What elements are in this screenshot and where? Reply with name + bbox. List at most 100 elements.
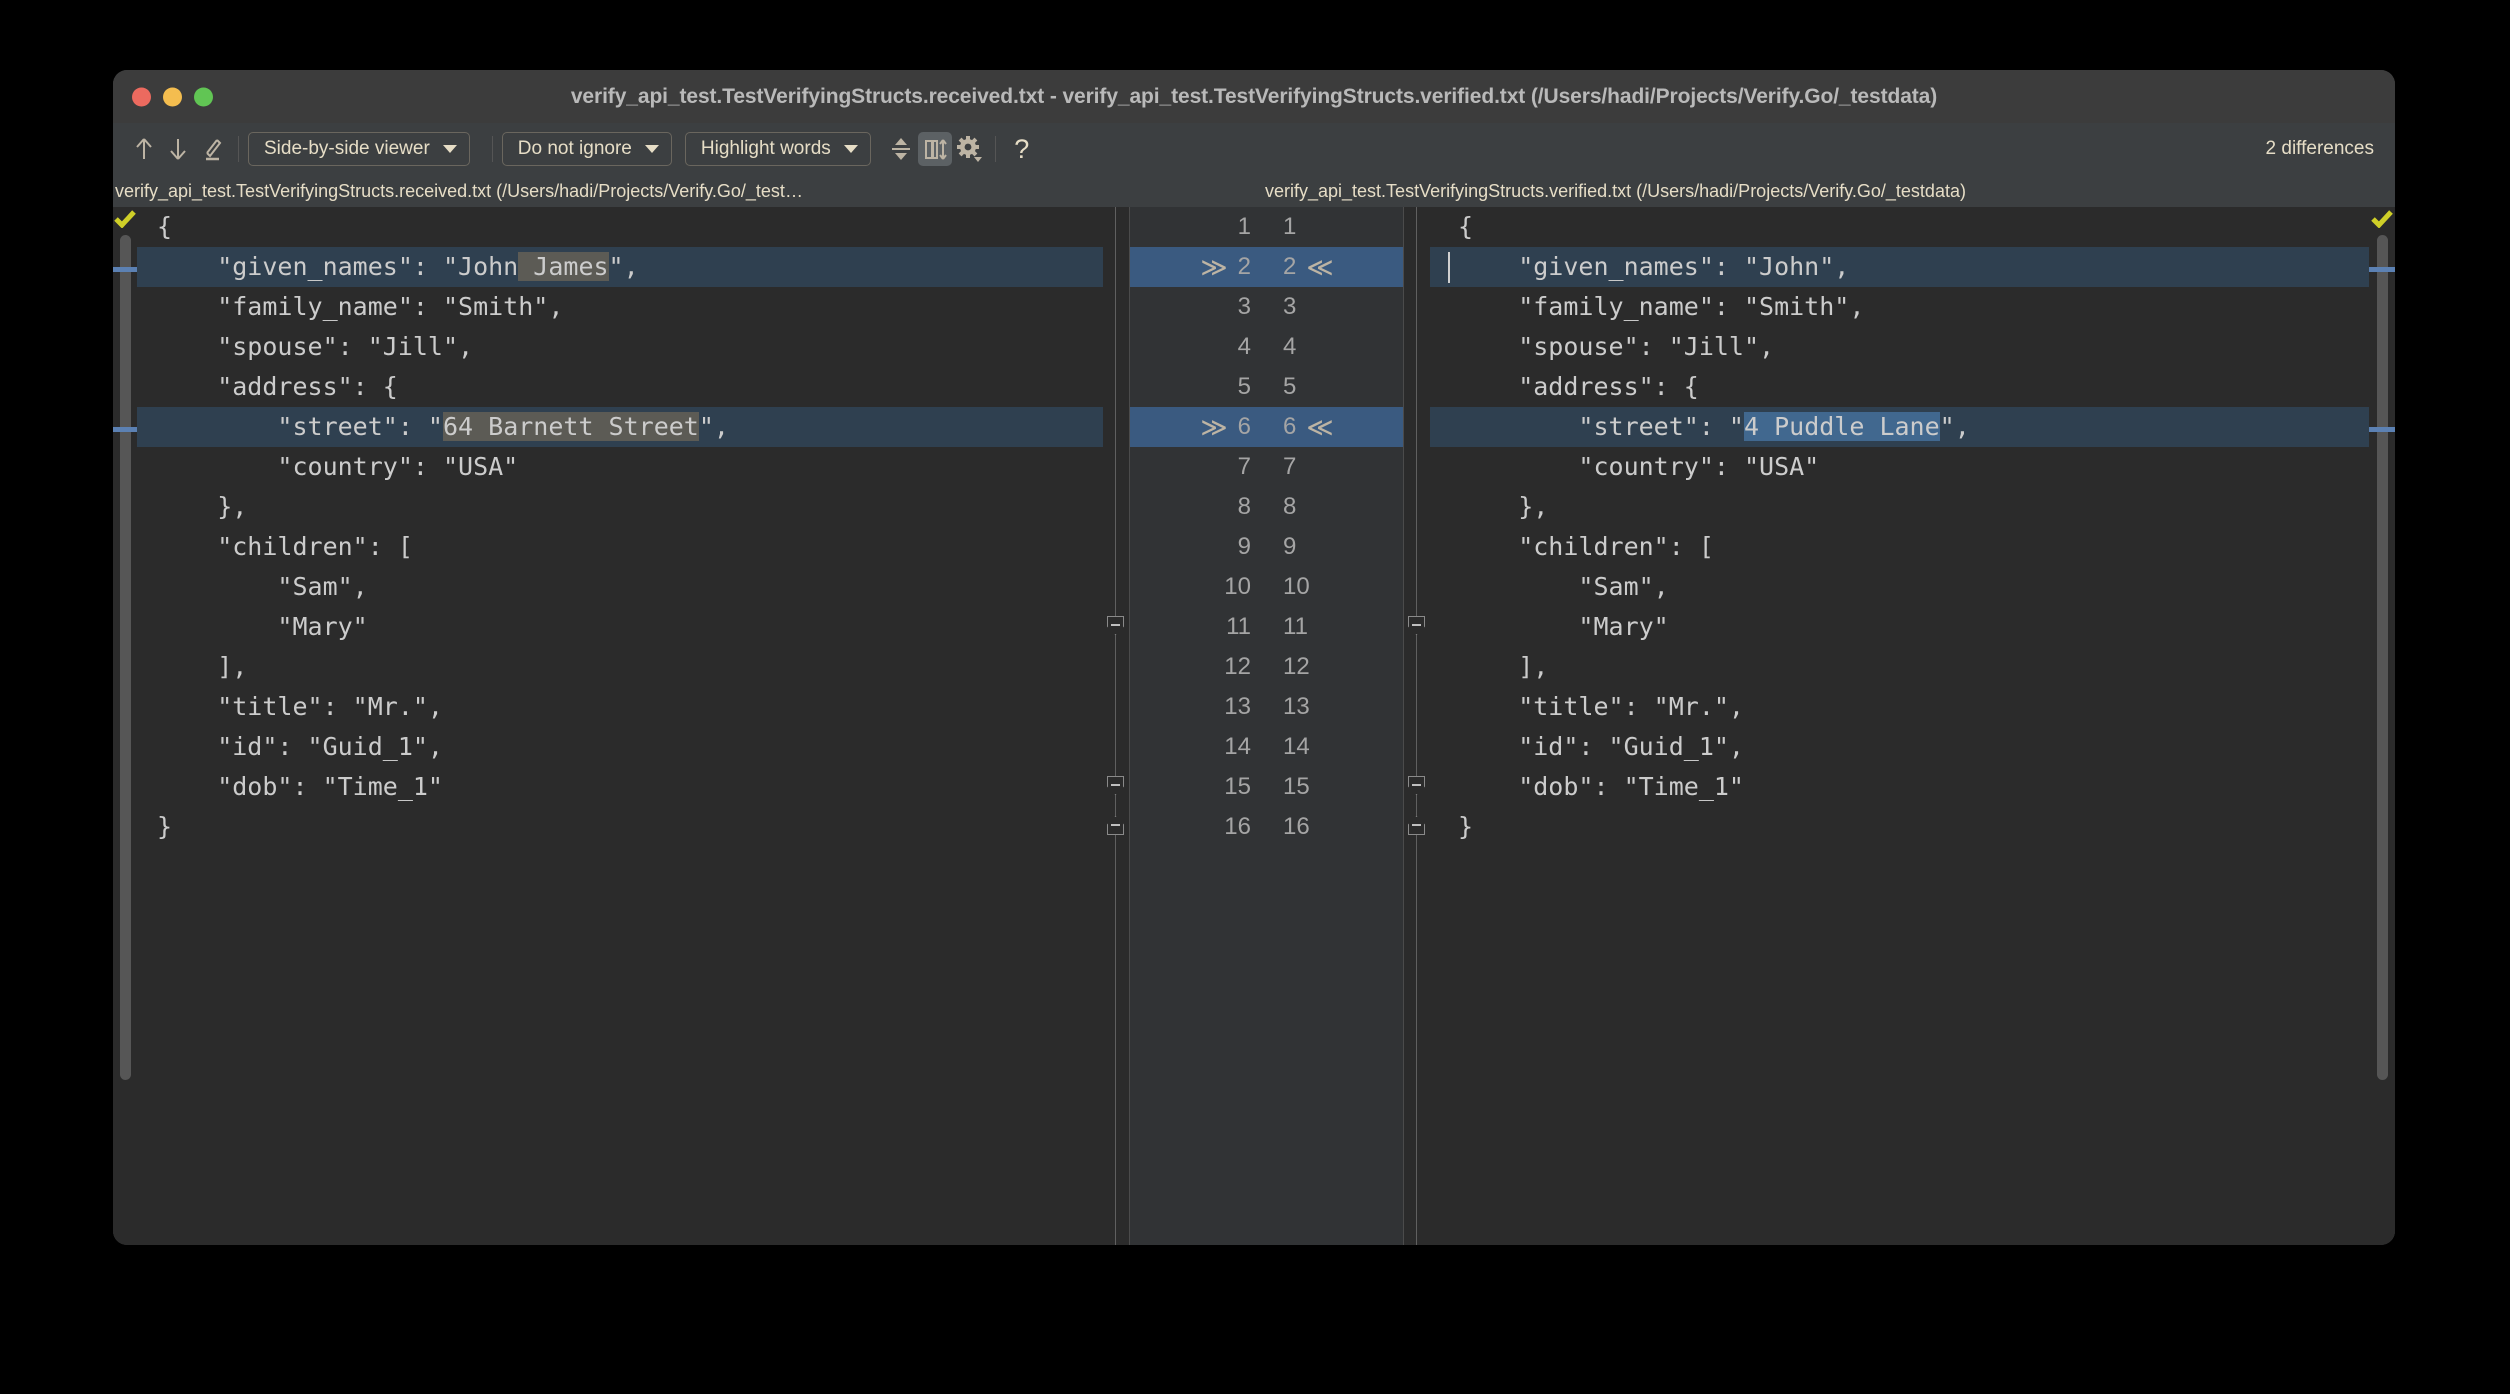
code-line[interactable]: "Mary" [137,607,1103,647]
code-line[interactable]: "id": "Guid_1", [137,727,1103,767]
code-line[interactable]: } [137,807,1103,847]
code-line[interactable]: "spouse": "Jill", [1430,327,2369,367]
edit-pencil-icon[interactable] [195,132,229,166]
gutter-row[interactable]: 55 [1130,367,1403,407]
gutter-row[interactable]: 12 12 [1130,647,1403,687]
fold-slot [1103,607,1129,647]
gutter-row[interactable]: 16 16 [1130,807,1403,847]
right-file-path[interactable]: verify_api_test.TestVerifyingStructs.ver… [1263,181,2395,202]
code-line[interactable]: "street": "4 Puddle Lane", [1430,407,2369,447]
right-line-number-cell: 4 [1267,327,1403,367]
close-button[interactable] [132,87,151,106]
code-line[interactable]: "family_name": "Smith", [1430,287,2369,327]
code-fold-icon[interactable] [1107,816,1124,835]
code-line[interactable]: ], [1430,647,2369,687]
fold-slot [1103,567,1129,607]
gutter-row[interactable]: 11 [1130,207,1403,247]
gutter-row[interactable]: 10 10 [1130,567,1403,607]
gutter-row[interactable]: 99 [1130,527,1403,567]
code-line[interactable]: "children": [ [137,527,1103,567]
code-line[interactable]: }, [1430,487,2369,527]
code-fold-icon[interactable] [1408,776,1425,795]
right-diff-marker[interactable] [2369,427,2395,432]
right-line-number: 4 [1283,333,1297,360]
code-fold-icon[interactable] [1107,776,1124,795]
gutter-row[interactable]: 11 11 [1130,607,1403,647]
code-line[interactable]: "id": "Guid_1", [1430,727,2369,767]
left-file-path[interactable]: verify_api_test.TestVerifyingStructs.rec… [113,181,1245,202]
code-fold-icon[interactable] [1408,816,1425,835]
code-line[interactable]: } [1430,807,2369,847]
left-diff-marker[interactable] [113,267,137,272]
right-line-number-cell: 14 [1267,727,1403,767]
line-number-gutter[interactable]: 1 1 ≫ 2 2 ≪ 3 3 4 4 5 5 ≫ 6 6 ≪ 7 7 8 8 9 9 10 10 11 11 12 12 13 13 14… [1129,207,1404,1245]
fold-slot [1103,767,1129,807]
gutter-row[interactable]: ≫ 6 6 ≪ [1130,407,1403,447]
gutter-row[interactable]: 13 13 [1130,687,1403,727]
code-text: "given_names": "John", [1458,252,1850,281]
code-line[interactable]: "family_name": "Smith", [137,287,1103,327]
left-diff-pane[interactable]: { "given_names": "John James", "family_n… [137,207,1103,1245]
left-fold-column[interactable] [1103,207,1129,1245]
diff-toolbar: Side-by-side viewer Do not ignore Highli… [113,123,2395,175]
code-line[interactable]: "address": { [1430,367,2369,407]
window-controls[interactable] [132,87,213,106]
code-line[interactable]: { [1430,207,2369,247]
minimize-button[interactable] [163,87,182,106]
highlight-mode-select[interactable]: Highlight words [684,132,871,166]
gutter-row[interactable]: 77 [1130,447,1403,487]
left-line-number-cell: 11 [1130,607,1267,647]
next-difference-icon[interactable] [161,132,195,166]
code-line[interactable]: "children": [ [1430,527,2369,567]
maximize-button[interactable] [194,87,213,106]
left-scrollbar[interactable] [120,235,131,1080]
right-line-number: 5 [1283,373,1297,400]
gutter-row[interactable]: 14 14 [1130,727,1403,767]
apply-to-left-icon[interactable]: ≪ [1306,254,1333,280]
gutter-row[interactable]: 44 [1130,327,1403,367]
code-line[interactable]: "Mary" [1430,607,2369,647]
gear-icon[interactable] [952,132,986,166]
code-line[interactable]: "country": "USA" [1430,447,2369,487]
code-line[interactable]: "title": "Mr.", [137,687,1103,727]
fold-slot [1404,487,1430,527]
gutter-row[interactable]: 33 [1130,287,1403,327]
code-line[interactable]: "given_names": "John James", [137,247,1103,287]
ignore-policy-select[interactable]: Do not ignore [501,132,672,166]
code-line[interactable]: "address": { [137,367,1103,407]
gutter-row[interactable]: 15 15 [1130,767,1403,807]
code-fold-icon[interactable] [1408,616,1425,635]
code-line[interactable]: }, [137,487,1103,527]
code-line[interactable]: ], [137,647,1103,687]
code-fold-icon[interactable] [1107,616,1124,635]
code-line[interactable]: "street": "64 Barnett Street", [137,407,1103,447]
help-icon[interactable]: ? [1005,132,1039,166]
right-fold-column[interactable] [1404,207,1430,1245]
right-diff-pane[interactable]: { "given_names": "John", "family_name": … [1430,207,2369,1245]
viewer-mode-select[interactable]: Side-by-side viewer [248,132,470,166]
apply-to-left-icon[interactable]: ≪ [1306,414,1333,440]
code-line[interactable]: "spouse": "Jill", [137,327,1103,367]
left-line-number: 13 [1224,693,1251,720]
collapse-unchanged-icon[interactable] [884,132,918,166]
code-line[interactable]: "title": "Mr.", [1430,687,2369,727]
apply-to-right-icon[interactable]: ≫ [1200,254,1227,280]
right-scrollbar[interactable] [2377,235,2388,1080]
code-line[interactable]: "given_names": "John", [1430,247,2369,287]
right-line-number-cell: 16 [1267,807,1403,847]
code-line[interactable]: "dob": "Time_1" [137,767,1103,807]
previous-difference-icon[interactable] [127,132,161,166]
code-line[interactable]: "country": "USA" [137,447,1103,487]
sync-scroll-icon[interactable] [917,132,952,166]
code-line[interactable]: "dob": "Time_1" [1430,767,2369,807]
code-line[interactable]: "Sam", [137,567,1103,607]
gutter-row[interactable]: ≫ 2 2 ≪ [1130,247,1403,287]
left-diff-marker[interactable] [113,427,137,432]
left-line-number-cell: ≫ 2 [1130,247,1267,287]
apply-to-right-icon[interactable]: ≫ [1200,414,1227,440]
code-line[interactable]: "Sam", [1430,567,2369,607]
right-diff-marker[interactable] [2369,267,2395,272]
fold-slot [1103,727,1129,767]
code-line[interactable]: { [137,207,1103,247]
gutter-row[interactable]: 88 [1130,487,1403,527]
